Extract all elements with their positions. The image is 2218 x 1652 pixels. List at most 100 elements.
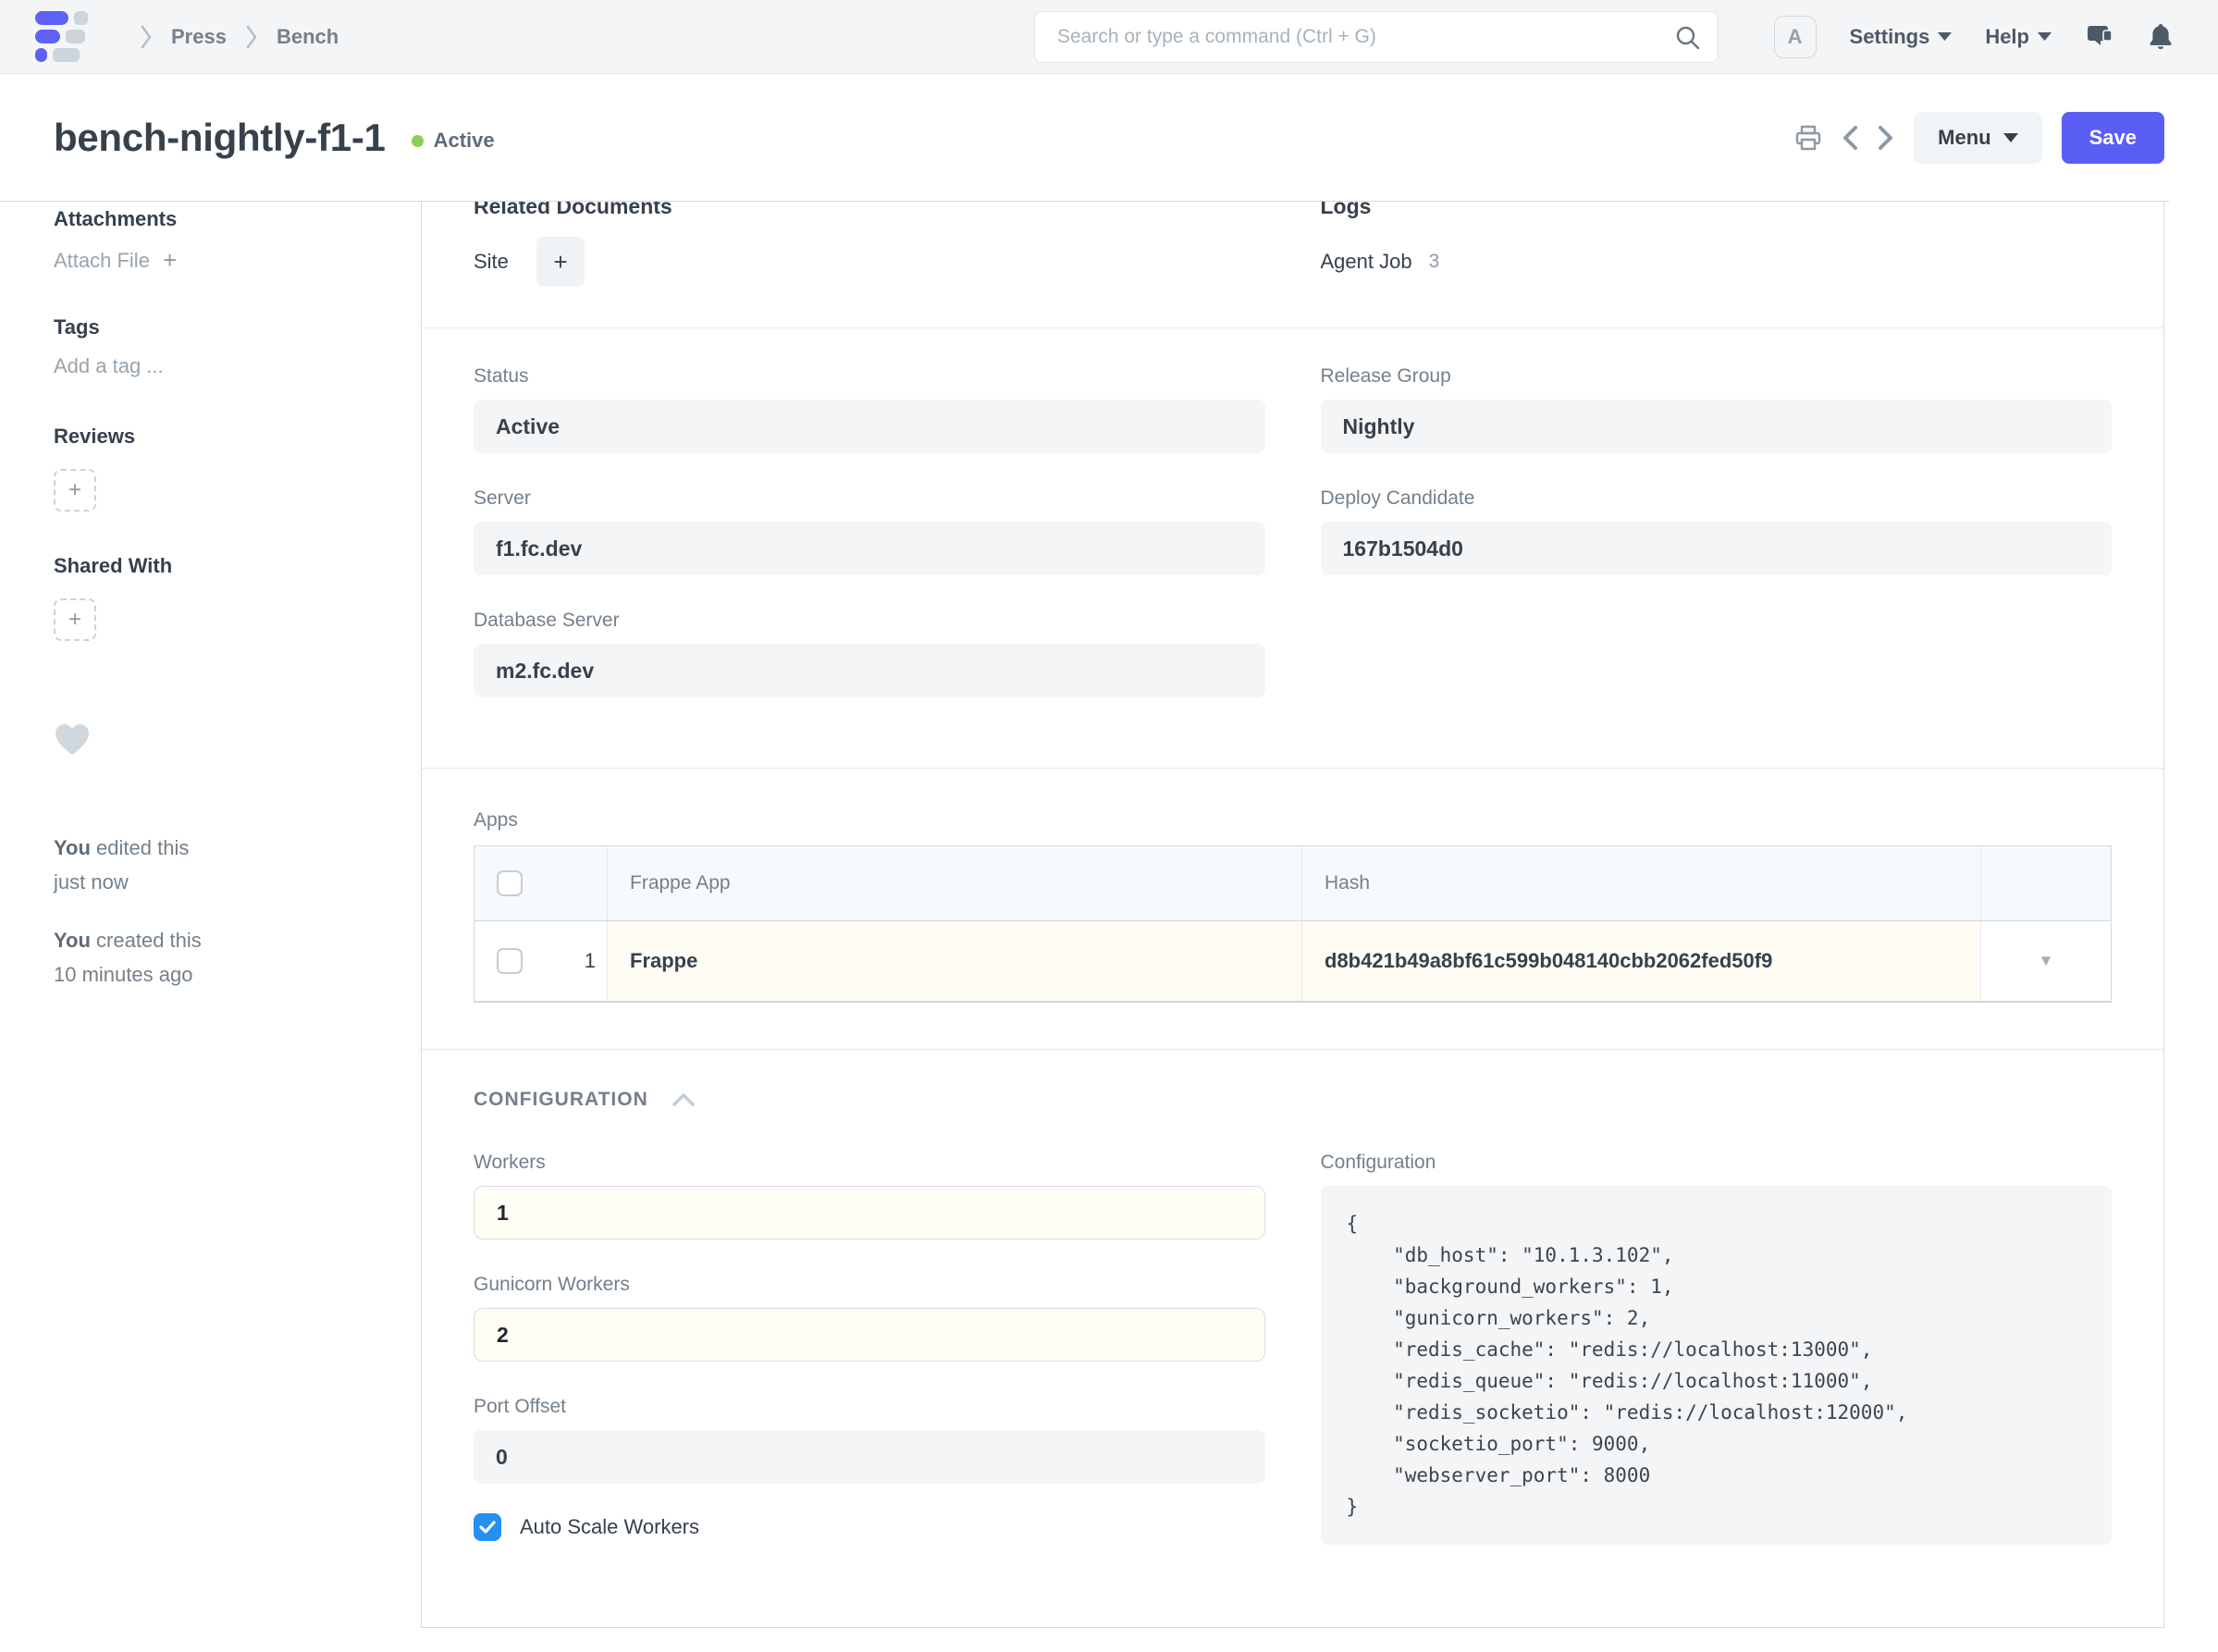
- help-menu-label: Help: [1985, 25, 2029, 49]
- deploy-candidate-field-label: Deploy Candidate: [1321, 487, 2113, 510]
- prev-document-chevron-left-icon[interactable]: [1842, 124, 1858, 152]
- next-document-chevron-right-icon[interactable]: [1878, 124, 1894, 152]
- port-offset-field-label: Port Offset: [474, 1396, 1265, 1418]
- related-site-link[interactable]: Site: [474, 250, 509, 274]
- notifications-bell-icon[interactable]: [2148, 22, 2174, 52]
- gunicorn-workers-input[interactable]: 2: [474, 1308, 1265, 1362]
- row-index: 1: [585, 949, 596, 973]
- menu-button-label: Menu: [1938, 126, 1990, 150]
- table-row: 1 Frappe d8b421b49a8bf61c599b048140cbb20…: [474, 921, 2111, 1001]
- column-header-hash: Hash: [1302, 846, 1981, 920]
- help-menu[interactable]: Help: [1985, 25, 2052, 49]
- app-hash-cell[interactable]: d8b421b49a8bf61c599b048140cbb2062fed50f9: [1302, 921, 1981, 1001]
- created-info: You created this 10 minutes ago: [54, 923, 384, 992]
- like-heart-icon[interactable]: [54, 722, 384, 760]
- apps-section: Apps Frappe App Hash 1 Frappe d8b421b49a…: [422, 769, 2163, 1050]
- auto-scale-workers-label: Auto Scale Workers: [520, 1515, 699, 1539]
- add-tag-button[interactable]: Add a tag ...: [54, 354, 384, 378]
- column-header-actions: [1981, 846, 2111, 920]
- avatar[interactable]: A: [1774, 16, 1817, 58]
- logs-heading: Logs: [1321, 202, 2113, 222]
- plus-icon: +: [68, 477, 81, 503]
- search-input[interactable]: [1034, 11, 1719, 63]
- related-documents-heading: Related Documents: [474, 202, 1265, 222]
- attachments-heading: Attachments: [54, 205, 384, 233]
- port-offset-field-value: 0: [474, 1430, 1265, 1484]
- server-field-label: Server: [474, 487, 1265, 510]
- chat-icon[interactable]: [2085, 22, 2114, 52]
- apps-table-label: Apps: [474, 809, 2112, 832]
- plus-icon: +: [553, 248, 567, 276]
- logo-pill: [35, 30, 60, 43]
- tags-heading: Tags: [54, 314, 384, 341]
- created-who: You: [54, 929, 91, 952]
- print-icon[interactable]: [1794, 124, 1822, 152]
- configuration-section-toggle[interactable]: CONFIGURATION: [474, 1089, 2112, 1111]
- navbar-right-cluster: A Settings Help: [1774, 16, 2174, 58]
- logo-pill: [53, 48, 80, 62]
- chevron-down-icon: [1938, 32, 1952, 41]
- global-search: [1034, 11, 1719, 63]
- settings-menu[interactable]: Settings: [1850, 25, 1953, 49]
- add-review-button[interactable]: +: [54, 469, 96, 512]
- database-server-field-value[interactable]: m2.fc.dev: [474, 644, 1265, 697]
- gunicorn-workers-field-label: Gunicorn Workers: [474, 1274, 1265, 1296]
- form-card: Related Documents Site + Logs Agent Job …: [421, 202, 2164, 1628]
- edited-who: You: [54, 836, 91, 859]
- app-name-cell[interactable]: Frappe: [608, 921, 1302, 1001]
- header-actions: Menu Save: [1794, 112, 2164, 164]
- reviews-heading: Reviews: [54, 423, 384, 450]
- column-header-frappe-app: Frappe App: [608, 846, 1302, 920]
- sidebar: Attachments Attach File + Tags Add a tag…: [0, 202, 421, 1652]
- add-share-button[interactable]: +: [54, 598, 96, 641]
- edited-action: edited this: [96, 836, 189, 859]
- created-when: 10 minutes ago: [54, 957, 384, 992]
- breadcrumb-item-press[interactable]: Press: [171, 25, 227, 49]
- server-field-value[interactable]: f1.fc.dev: [474, 522, 1265, 575]
- release-group-field-label: Release Group: [1321, 365, 2113, 388]
- logo-row: [35, 11, 88, 25]
- attach-file-button[interactable]: Attach File +: [54, 246, 384, 275]
- status-indicator-label: Active: [434, 129, 495, 153]
- breadcrumb-separator-icon: [140, 24, 153, 50]
- logs-block: Logs Agent Job 3: [1321, 202, 2113, 287]
- agent-job-link[interactable]: Agent Job: [1321, 250, 1412, 274]
- logo-pill: [35, 48, 47, 62]
- shared-with-heading: Shared With: [54, 552, 384, 580]
- edited-info: You edited this just now: [54, 831, 384, 899]
- configuration-json-block: { "db_host": "10.1.3.102", "background_w…: [1321, 1186, 2113, 1545]
- deploy-candidate-field-value[interactable]: 167b1504d0: [1321, 522, 2113, 575]
- plus-icon: +: [68, 607, 81, 633]
- add-site-button[interactable]: +: [536, 237, 585, 287]
- checkmark-icon: [479, 1521, 496, 1534]
- row-expand-triangle-icon[interactable]: ▼: [2039, 952, 2054, 970]
- apps-table: Frappe App Hash 1 Frappe d8b421b49a8bf61…: [474, 845, 2112, 1003]
- save-button[interactable]: Save: [2062, 112, 2164, 164]
- workers-field-label: Workers: [474, 1152, 1265, 1174]
- row-checkbox[interactable]: [497, 948, 523, 974]
- attach-file-label: Attach File: [54, 249, 150, 273]
- database-server-field-label: Database Server: [474, 610, 1265, 632]
- agent-job-count: 3: [1429, 251, 1440, 273]
- app-logo[interactable]: [35, 11, 88, 62]
- status-field-label: Status: [474, 365, 1265, 388]
- logo-row: [35, 48, 88, 62]
- collapse-chevron-up-icon: [672, 1093, 695, 1106]
- details-section: Status Active Server f1.fc.dev Database …: [422, 328, 2163, 769]
- settings-menu-label: Settings: [1850, 25, 1930, 49]
- search-icon[interactable]: [1675, 25, 1700, 50]
- configuration-section-heading: CONFIGURATION: [474, 1089, 648, 1111]
- configuration-json-label: Configuration: [1321, 1152, 2113, 1174]
- breadcrumb-item-bench[interactable]: Bench: [277, 25, 339, 49]
- auto-scale-workers-field: Auto Scale Workers: [474, 1513, 1265, 1541]
- page-header: bench-nightly-f1-1 Active Menu Save: [0, 74, 2218, 202]
- chevron-down-icon: [2038, 32, 2052, 41]
- status-field-value: Active: [474, 400, 1265, 453]
- workers-input[interactable]: 1: [474, 1186, 1265, 1239]
- release-group-field-value[interactable]: Nightly: [1321, 400, 2113, 453]
- menu-button[interactable]: Menu: [1914, 112, 2041, 164]
- configuration-section: CONFIGURATION Workers 1 Gunicorn Workers…: [422, 1050, 2163, 1628]
- avatar-initial: A: [1788, 25, 1803, 49]
- auto-scale-workers-checkbox[interactable]: [474, 1513, 501, 1541]
- select-all-checkbox[interactable]: [497, 870, 523, 896]
